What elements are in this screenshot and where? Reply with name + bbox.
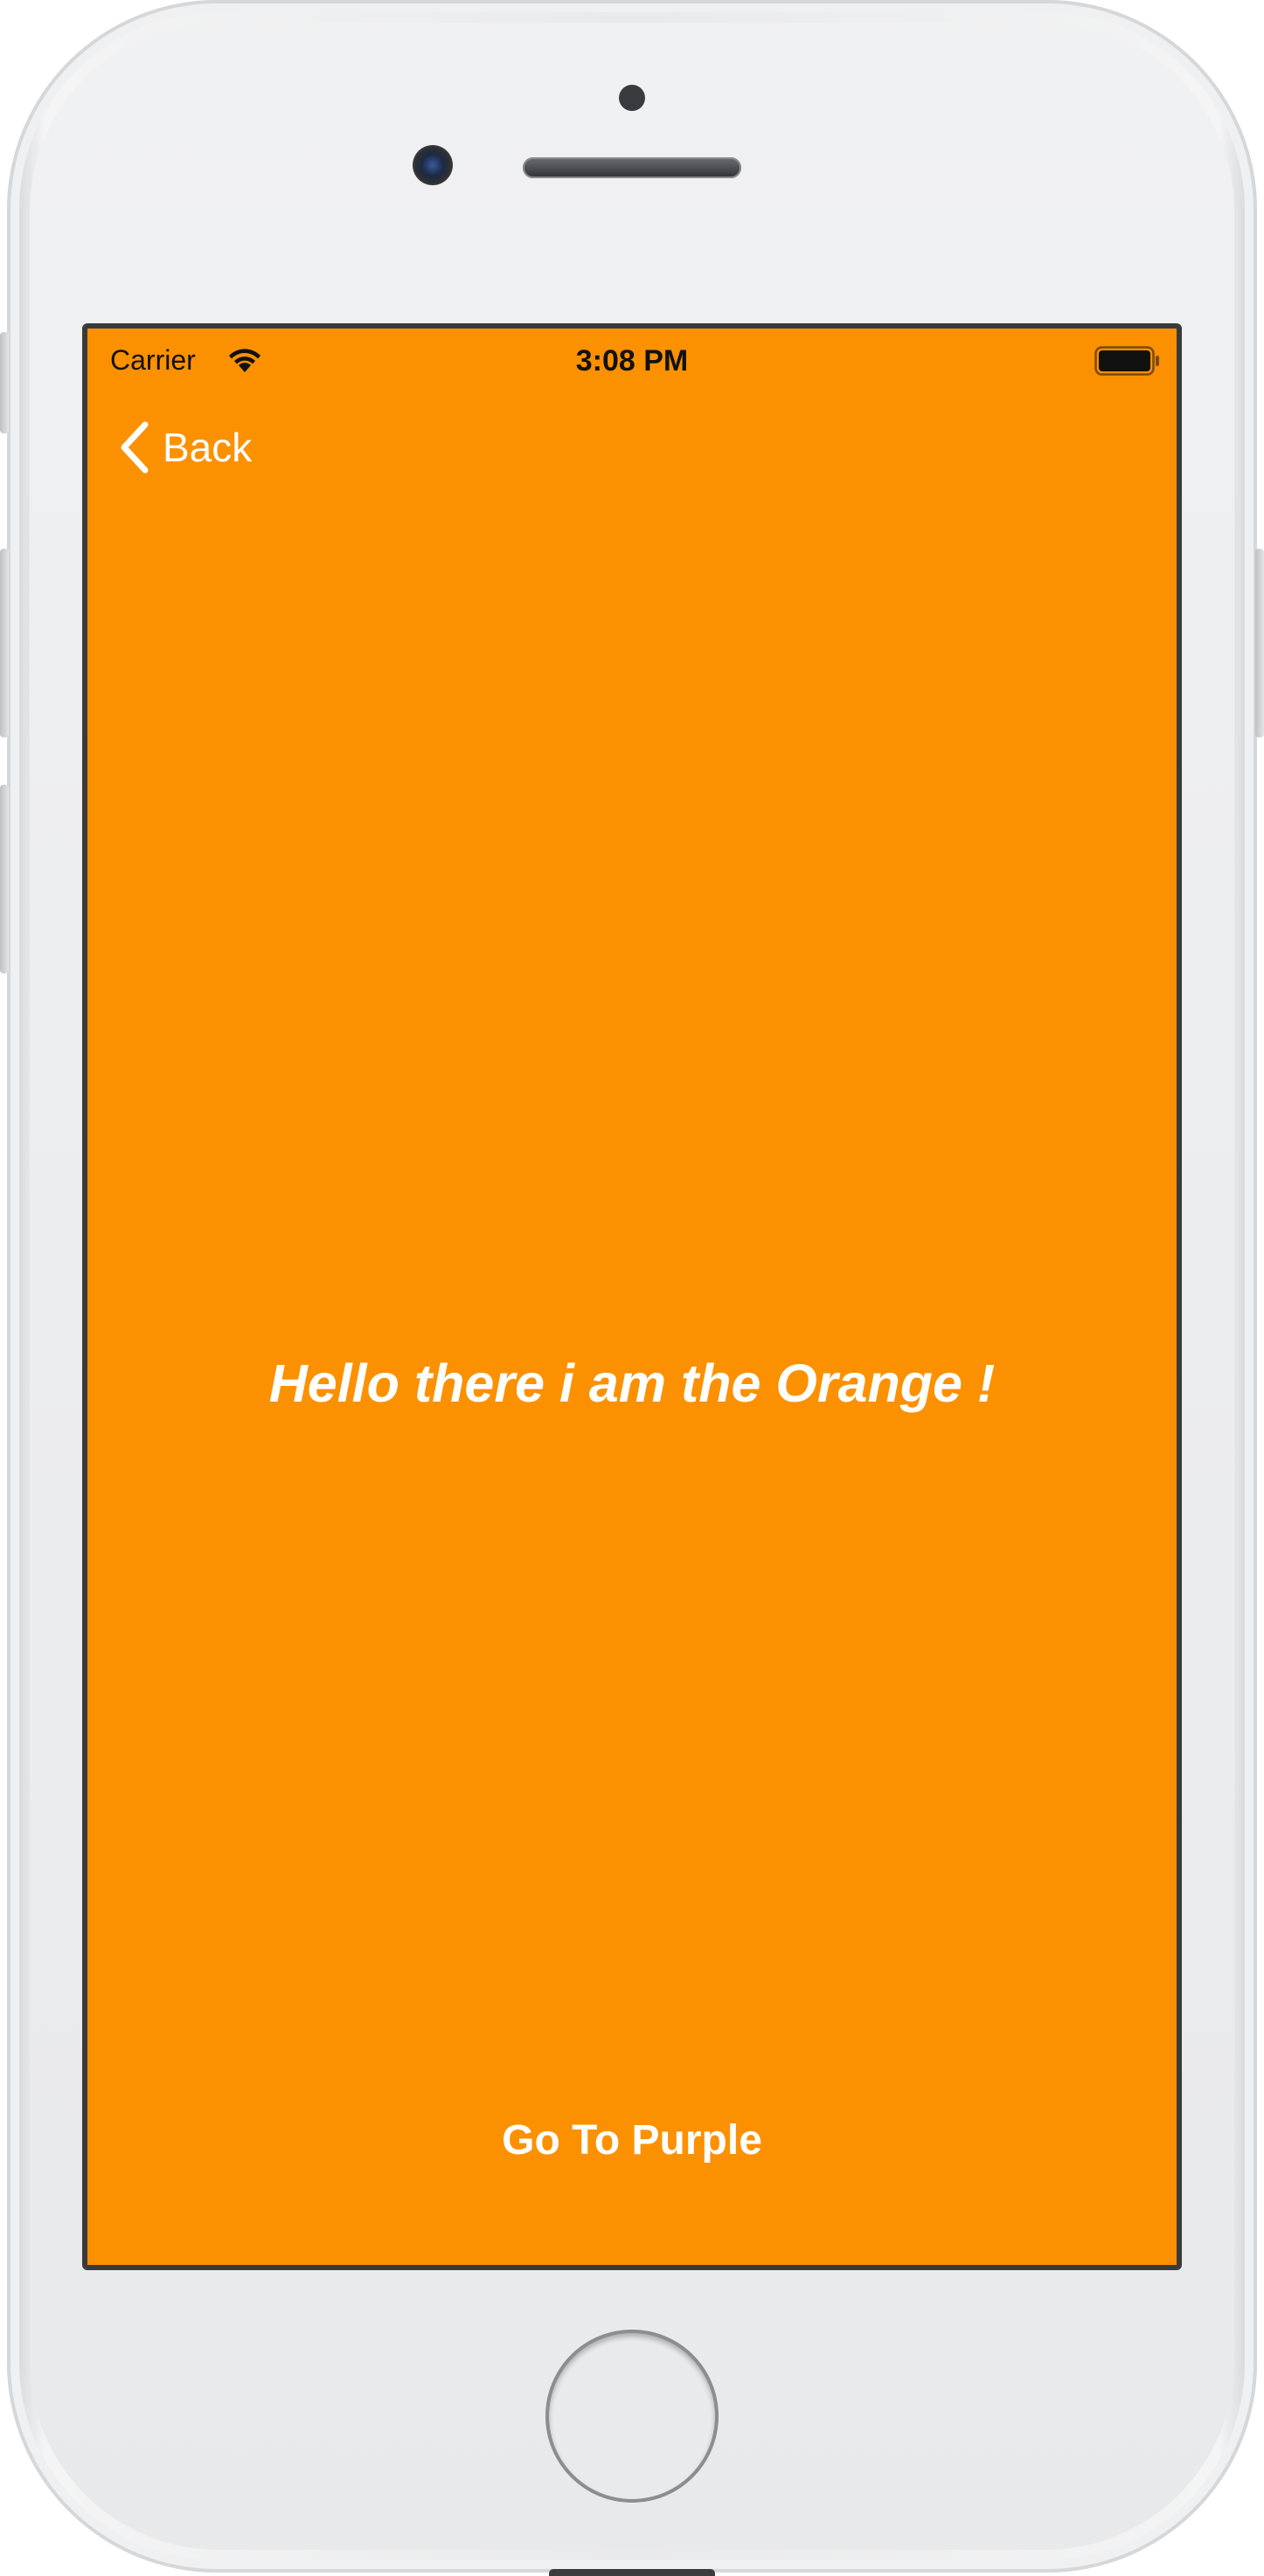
phone-bottom-edge	[549, 2569, 715, 2576]
power-button	[1255, 549, 1264, 737]
mute-switch	[0, 332, 9, 433]
back-button[interactable]: Back	[117, 412, 252, 482]
volume-up-button	[0, 549, 9, 737]
volume-down-button	[0, 785, 9, 973]
proximity-sensor	[619, 85, 645, 111]
front-camera	[413, 145, 453, 185]
status-bar: Carrier 3:08 PM	[87, 329, 1177, 398]
headline-text: Hello there i am the Orange !	[268, 1354, 996, 1413]
home-button[interactable]	[549, 2333, 715, 2499]
page: Carrier 3:08 PM Back Hello there i am th…	[0, 0, 1264, 2576]
chevron-left-icon	[121, 421, 149, 474]
status-time: 3:08 PM	[575, 344, 689, 377]
earpiece-speaker	[523, 157, 741, 178]
battery-icon	[1094, 346, 1159, 376]
back-label: Back	[163, 425, 253, 470]
app-screen: Carrier 3:08 PM Back Hello there i am th…	[82, 323, 1182, 2270]
go-to-purple-button[interactable]: Go To Purple	[87, 2116, 1177, 2164]
